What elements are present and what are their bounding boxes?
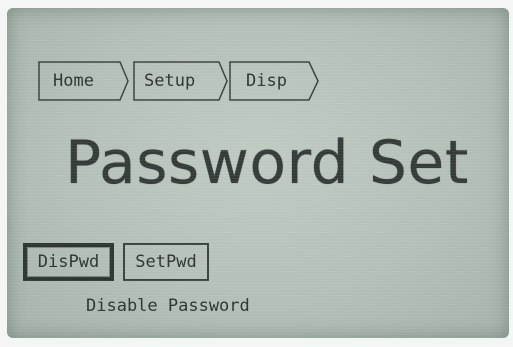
- breadcrumb-label: Home: [53, 71, 94, 91]
- page-title: Password Set: [65, 128, 469, 198]
- softkey-hint-text: Disable Password: [86, 296, 250, 316]
- setpwd-button[interactable]: SetPwd: [123, 243, 209, 281]
- setpwd-button-label: SetPwd: [135, 252, 197, 272]
- breadcrumb-label: Disp: [246, 71, 287, 91]
- lcd-screen: Home Setup Disp Password Set DisPwd SetP…: [7, 8, 509, 338]
- breadcrumb-item-disp[interactable]: Disp: [229, 61, 321, 101]
- dispwd-button[interactable]: DisPwd: [23, 243, 114, 281]
- device-frame: Home Setup Disp Password Set DisPwd SetP…: [0, 0, 513, 347]
- breadcrumb-item-home[interactable]: Home: [38, 61, 130, 101]
- breadcrumb-label: Setup: [144, 71, 196, 91]
- dispwd-button-label: DisPwd: [37, 252, 100, 272]
- breadcrumb-item-setup[interactable]: Setup: [133, 61, 229, 101]
